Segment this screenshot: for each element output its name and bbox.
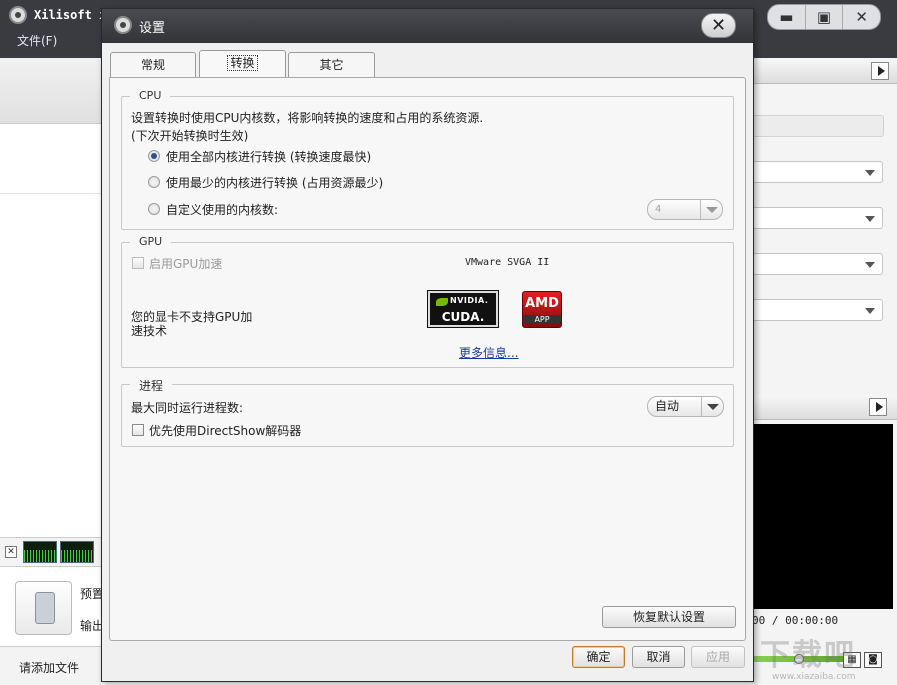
- audio-wave-icon: [60, 541, 94, 563]
- tab-general[interactable]: 常规: [110, 52, 196, 77]
- time-readout: 00 / 00:00:00: [752, 614, 839, 627]
- gpu-group-title: GPU: [130, 235, 172, 248]
- cpu-note: (下次开始转换时生效): [131, 129, 249, 143]
- tab-label: 其它: [319, 58, 344, 72]
- maximize-button[interactable]: ▣: [806, 5, 844, 29]
- chevron-down-icon: [701, 397, 723, 416]
- restore-defaults-button[interactable]: 恢复默认设置: [602, 606, 736, 628]
- profile-select-3[interactable]: [752, 253, 883, 275]
- radio-all-cores[interactable]: [148, 150, 160, 162]
- status-bar: 请添加文件: [0, 646, 101, 685]
- watermark: 下载吧: [760, 638, 856, 673]
- max-processes-select[interactable]: 自动: [647, 396, 724, 417]
- gpu-adapter-name: VMware SVGA II: [465, 257, 550, 268]
- custom-cores-select[interactable]: 4: [647, 199, 723, 220]
- amd-app-label: APP: [523, 315, 561, 324]
- cuda-label: CUDA.: [441, 310, 485, 324]
- settings-dialog: 设置 ✕ 常规 转换 其它 CPU 设置转换时使用CPU内核数，将影响转换的速度…: [101, 8, 754, 682]
- profile-name-field[interactable]: [752, 115, 884, 137]
- divider: [0, 193, 110, 194]
- nvidia-brand: NVIDIA.: [450, 296, 489, 305]
- audio-wave-icon: [23, 541, 57, 563]
- apply-button[interactable]: 应用: [691, 646, 745, 668]
- nvidia-eye-icon: [436, 298, 448, 306]
- app-logo-icon: [9, 6, 27, 24]
- dialog-title: 设置: [139, 21, 166, 36]
- tab-conversion[interactable]: 转换: [199, 50, 286, 77]
- profile-select-4[interactable]: [752, 299, 883, 321]
- max-processes-label: 最大同时运行进程数:: [131, 401, 244, 415]
- app-title: Xilisoft i: [34, 8, 107, 22]
- radio-custom-cores-label[interactable]: 自定义使用的内核数:: [166, 201, 278, 218]
- preview-expand-arrow-icon[interactable]: [869, 398, 887, 416]
- minimize-button[interactable]: ▬: [768, 5, 806, 29]
- radio-all-cores-label[interactable]: 使用全部内核进行转换 (转换速度最快): [166, 148, 371, 165]
- tab-label: 转换: [227, 55, 258, 71]
- radio-custom-cores[interactable]: [148, 203, 160, 215]
- nvidia-cuda-logo: NVIDIA. CUDA.: [427, 290, 499, 328]
- directshow-label[interactable]: 优先使用DirectShow解码器: [149, 422, 301, 439]
- amd-app-logo: AMD APP: [522, 291, 562, 328]
- profile-select-1[interactable]: [752, 161, 883, 183]
- custom-cores-value: 4: [655, 204, 662, 215]
- max-processes-value: 自动: [655, 399, 680, 413]
- gpu-unsupported-text-cont: 速技术: [131, 324, 168, 338]
- radio-min-cores[interactable]: [148, 176, 160, 188]
- menu-file[interactable]: 文件(F): [17, 32, 57, 49]
- tab-label: 常规: [140, 58, 165, 72]
- status-text: 请添加文件: [19, 661, 80, 675]
- close-icon[interactable]: ✕: [5, 546, 17, 558]
- more-info-link[interactable]: 更多信息...: [459, 344, 518, 361]
- cancel-button[interactable]: 取消: [632, 646, 685, 668]
- dialog-titlebar[interactable]: 设置 ✕: [102, 9, 753, 43]
- dialog-logo-icon: [114, 16, 132, 34]
- app-window-controls: ▬ ▣ ✕: [767, 4, 881, 30]
- device-player-icon[interactable]: [15, 581, 72, 635]
- profile-select-2[interactable]: [752, 207, 883, 229]
- process-group-title: 进程: [130, 377, 173, 394]
- enable-gpu-label: 启用GPU加速: [149, 257, 223, 271]
- enable-gpu-checkbox[interactable]: [132, 257, 144, 269]
- app-close-button[interactable]: ✕: [843, 5, 880, 29]
- directshow-checkbox[interactable]: [132, 424, 144, 436]
- chevron-down-icon: [700, 200, 722, 219]
- radio-min-cores-label[interactable]: 使用最少的内核进行转换 (占用资源最少): [166, 174, 383, 191]
- cpu-group-title: CPU: [130, 89, 171, 102]
- ok-button[interactable]: 确定: [572, 646, 625, 668]
- tab-other[interactable]: 其它: [288, 52, 375, 77]
- amd-brand: AMD: [525, 296, 559, 311]
- dialog-close-button[interactable]: ✕: [701, 13, 736, 38]
- expand-arrow-icon[interactable]: [871, 62, 889, 80]
- watermark-url: www.xiazaiba.com: [772, 672, 856, 682]
- video-preview: [752, 424, 893, 609]
- cpu-description: 设置转换时使用CPU内核数，将影响转换的速度和占用的系统资源.: [131, 111, 484, 125]
- app-left-toolbar: [0, 58, 110, 124]
